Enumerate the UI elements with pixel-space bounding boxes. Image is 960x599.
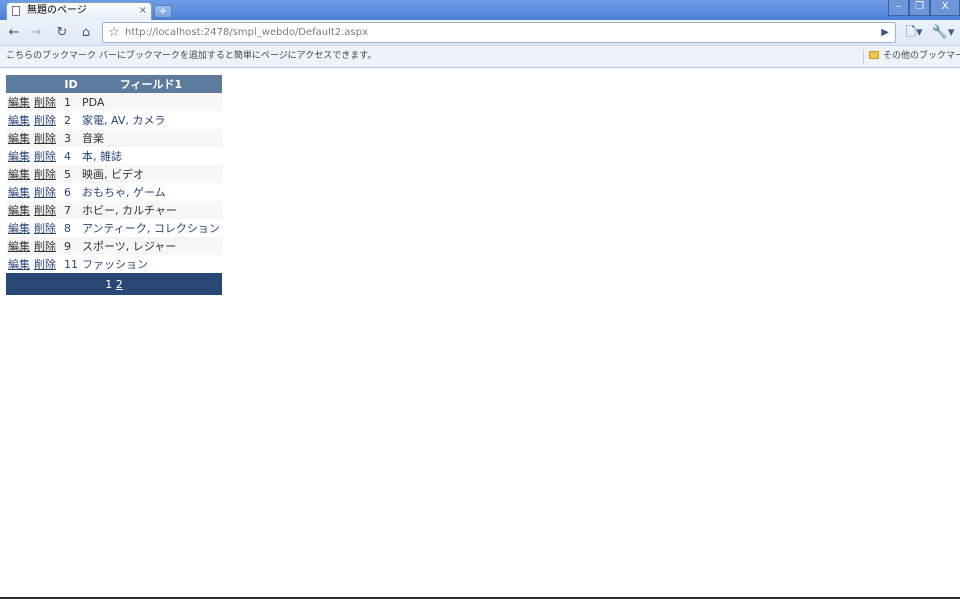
address-bar[interactable]: ☆ http://localhost:2478/smpl_webdo/Defau… xyxy=(102,22,896,43)
id-cell: 11 xyxy=(62,255,80,273)
other-bookmarks-button[interactable]: その他のブックマーク xyxy=(869,46,960,67)
delete-link[interactable]: 削除 xyxy=(34,204,56,217)
id-cell: 3 xyxy=(62,129,80,147)
id-cell: 8 xyxy=(62,219,80,237)
id-cell: 5 xyxy=(62,165,80,183)
grid-header-row: ID フィールド1 xyxy=(6,75,222,93)
delete-link[interactable]: 削除 xyxy=(34,240,56,253)
tab-title: 無題のページ xyxy=(27,5,87,16)
table-row: 編集 削除 2 家電, AV, カメラ xyxy=(6,111,222,129)
bookmark-bar: こちらのブックマーク バーにブックマークを追加すると簡単にページにアクセスできま… xyxy=(0,46,960,68)
bookmark-star-icon[interactable]: ☆ xyxy=(106,23,122,42)
command-cell: 編集 削除 xyxy=(6,165,62,183)
browser-toolbar: ← → ↻ ⌂ ☆ http://localhost:2478/smpl_web… xyxy=(0,20,960,46)
edit-link[interactable]: 編集 xyxy=(8,96,30,109)
header-field1: フィールド1 xyxy=(80,75,222,93)
delete-link[interactable]: 削除 xyxy=(34,132,56,145)
delete-link[interactable]: 削除 xyxy=(34,114,56,127)
bookmark-bar-hint: こちらのブックマーク バーにブックマークを追加すると簡単にページにアクセスできま… xyxy=(6,51,377,61)
id-cell: 4 xyxy=(62,147,80,165)
header-id: ID xyxy=(62,75,80,93)
edit-link[interactable]: 編集 xyxy=(8,168,30,181)
wrench-menu-icon[interactable]: 🔧▾ xyxy=(930,23,956,43)
back-arrow-icon[interactable]: ← xyxy=(4,23,24,43)
table-row: 編集 削除 1 PDA xyxy=(6,93,222,111)
id-cell: 9 xyxy=(62,237,80,255)
window-maximize-button[interactable]: ❐ xyxy=(909,0,930,16)
page-menu-icon[interactable]: 🗋▾ xyxy=(902,23,926,43)
id-cell: 2 xyxy=(62,111,80,129)
field1-cell: 映画, ビデオ xyxy=(80,165,222,183)
edit-link[interactable]: 編集 xyxy=(8,132,30,145)
delete-link[interactable]: 削除 xyxy=(34,222,56,235)
grid-pager-row: 1 2 xyxy=(6,273,222,295)
folder-icon xyxy=(869,51,879,59)
header-cmd xyxy=(6,75,62,93)
other-bookmarks-label: その他のブックマーク xyxy=(883,51,960,61)
title-bar: 無題のページ × + – ❐ X xyxy=(0,0,960,20)
delete-link[interactable]: 削除 xyxy=(34,186,56,199)
table-row: 編集 削除 8 アンティーク, コレクション xyxy=(6,219,222,237)
command-cell: 編集 削除 xyxy=(6,237,62,255)
pager-cell: 1 2 xyxy=(6,273,222,295)
edit-link[interactable]: 編集 xyxy=(8,240,30,253)
command-cell: 編集 削除 xyxy=(6,129,62,147)
field1-cell: 家電, AV, カメラ xyxy=(80,111,222,129)
field1-cell: ファッション xyxy=(80,255,222,273)
delete-link[interactable]: 削除 xyxy=(34,168,56,181)
edit-link[interactable]: 編集 xyxy=(8,186,30,199)
table-row: 編集 削除 9 スポーツ, レジャー xyxy=(6,237,222,255)
id-cell: 1 xyxy=(62,93,80,111)
command-cell: 編集 削除 xyxy=(6,219,62,237)
delete-link[interactable]: 削除 xyxy=(34,96,56,109)
table-row: 編集 削除 5 映画, ビデオ xyxy=(6,165,222,183)
window-minimize-button[interactable]: – xyxy=(888,0,909,16)
field1-cell: ホビー, カルチャー xyxy=(80,201,222,219)
edit-link[interactable]: 編集 xyxy=(8,204,30,217)
id-cell: 6 xyxy=(62,183,80,201)
command-cell: 編集 削除 xyxy=(6,111,62,129)
table-row: 編集 削除 6 おもちゃ, ゲーム xyxy=(6,183,222,201)
edit-link[interactable]: 編集 xyxy=(8,222,30,235)
tab-active[interactable]: 無題のページ × xyxy=(6,2,152,20)
forward-arrow-icon[interactable]: → xyxy=(26,23,46,43)
table-row: 編集 削除 4 本, 雑誌 xyxy=(6,147,222,165)
command-cell: 編集 削除 xyxy=(6,201,62,219)
id-cell: 7 xyxy=(62,201,80,219)
go-arrow-icon[interactable]: ▶ xyxy=(881,23,889,42)
command-cell: 編集 削除 xyxy=(6,93,62,111)
bookmark-divider xyxy=(863,50,864,64)
field1-cell: PDA xyxy=(80,93,222,111)
page-content: ID フィールド1 編集 削除 1 PDA 編集 削除 2 家電, AV, カメラ 編集 削除 3 音… xyxy=(0,68,960,598)
pager-page-link[interactable]: 2 xyxy=(116,278,123,291)
field1-cell: 音楽 xyxy=(80,129,222,147)
new-tab-button[interactable]: + xyxy=(154,5,172,18)
home-icon[interactable]: ⌂ xyxy=(76,23,96,43)
tab-close-icon[interactable]: × xyxy=(139,3,147,19)
reload-icon[interactable]: ↻ xyxy=(52,23,72,43)
field1-cell: スポーツ, レジャー xyxy=(80,237,222,255)
edit-link[interactable]: 編集 xyxy=(8,258,30,271)
edit-link[interactable]: 編集 xyxy=(8,114,30,127)
table-row: 編集 削除 11 ファッション xyxy=(6,255,222,273)
field1-cell: アンティーク, コレクション xyxy=(80,219,222,237)
field1-cell: おもちゃ, ゲーム xyxy=(80,183,222,201)
table-row: 編集 削除 3 音楽 xyxy=(6,129,222,147)
command-cell: 編集 削除 xyxy=(6,183,62,201)
table-row: 編集 削除 7 ホビー, カルチャー xyxy=(6,201,222,219)
command-cell: 編集 削除 xyxy=(6,147,62,165)
grid-view: ID フィールド1 編集 削除 1 PDA 編集 削除 2 家電, AV, カメラ 編集 削除 3 音… xyxy=(6,75,222,295)
edit-link[interactable]: 編集 xyxy=(8,150,30,163)
page-icon xyxy=(12,6,20,16)
delete-link[interactable]: 削除 xyxy=(34,150,56,163)
command-cell: 編集 削除 xyxy=(6,255,62,273)
pager-current-page: 1 xyxy=(105,277,113,291)
window-close-button[interactable]: X xyxy=(930,0,960,16)
url-text[interactable]: http://localhost:2478/smpl_webdo/Default… xyxy=(125,23,368,42)
field1-cell: 本, 雑誌 xyxy=(80,147,222,165)
delete-link[interactable]: 削除 xyxy=(34,258,56,271)
